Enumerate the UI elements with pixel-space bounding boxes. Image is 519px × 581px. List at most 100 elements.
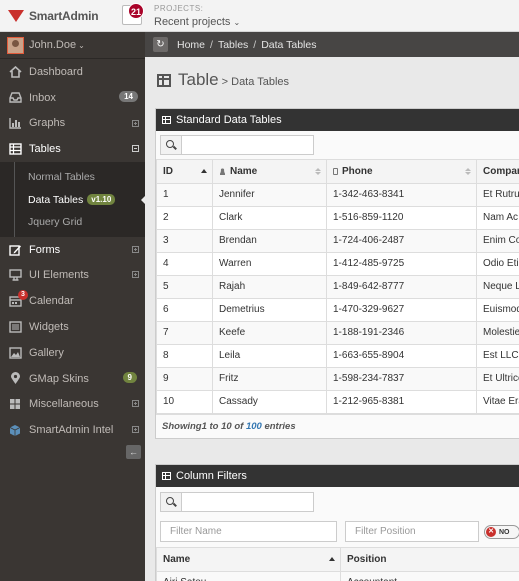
column-header-position[interactable]: Position xyxy=(340,548,519,572)
table-row[interactable]: 5Rajah1-849-642-8777Neque Lo xyxy=(156,274,519,299)
sidebar-item-forms[interactable]: Forms xyxy=(0,237,145,263)
user-name: John.Doe xyxy=(29,39,77,51)
filter-toggle[interactable]: ✕ NO xyxy=(484,525,519,539)
breadcrumb-item[interactable]: Home xyxy=(177,39,205,51)
sidebar-item-data-tables[interactable]: Data Tables v1.10 xyxy=(0,189,145,212)
filter-row: Filter Name Filter Position ✕ NO xyxy=(156,516,519,548)
search-icon xyxy=(166,140,174,148)
column-header-label: ID xyxy=(163,165,173,177)
logo-text: SmartAdmin xyxy=(29,9,99,23)
cell-name: Cassady xyxy=(212,389,327,414)
sidebar-item-label: Jquery Grid xyxy=(28,216,83,229)
table-row[interactable]: 8 Leila 1-663-655-8904 Est LLC xyxy=(156,343,519,368)
cell-id: 9 xyxy=(156,366,213,391)
table-row[interactable]: 3Brendan1-724-406-2487Enim Com xyxy=(156,228,519,253)
table-row[interactable]: 10Cassady1-212-965-8381Vitae Erat xyxy=(156,389,519,414)
minify-sidebar-button[interactable]: ← xyxy=(126,445,141,459)
cell-company: Neque Lo xyxy=(476,274,519,299)
sidebar-item-jquery-grid[interactable]: Jquery Grid xyxy=(0,211,145,234)
sidebar-item-dashboard[interactable]: Dashboard xyxy=(0,59,145,85)
sidebar-item-graphs[interactable]: Graphs xyxy=(0,111,145,137)
cell-company: Est LLC xyxy=(476,343,519,368)
table-row[interactable]: Airi SatouAccountant xyxy=(156,570,519,581)
gmap-count-badge: 9 xyxy=(122,371,137,383)
arrow-left-icon: ← xyxy=(129,447,138,457)
table-info: Showing 1 to 10 of 100 entries xyxy=(156,413,519,438)
sort-icon xyxy=(465,168,471,175)
table-row[interactable]: 1Jennifer1-342-463-8341Et Rutrum xyxy=(156,182,519,207)
search-input[interactable] xyxy=(182,491,314,512)
cell-id: 6 xyxy=(156,297,213,322)
breadcrumb-separator: / xyxy=(210,38,213,51)
table-icon xyxy=(162,472,171,480)
sidebar-item-label: SmartAdmin Intel xyxy=(29,424,114,437)
column-header-company[interactable]: Company xyxy=(476,160,519,184)
user-menu[interactable]: John.Doe ⌄ xyxy=(0,32,145,59)
sidebar-item-gallery[interactable]: Gallery xyxy=(0,340,145,366)
sidebar-item-normal-tables[interactable]: Normal Tables xyxy=(0,166,145,189)
cell-name: Rajah xyxy=(212,274,327,299)
table-row[interactable]: 2Clark1-516-859-1120Nam Ac In xyxy=(156,205,519,230)
column-header-label: Company xyxy=(483,165,519,177)
sidebar-item-widgets[interactable]: Widgets xyxy=(0,314,145,340)
info-to: 10 xyxy=(221,420,232,432)
sidebar-item-ui-elements[interactable]: UI Elements xyxy=(0,262,145,288)
cell-id: 8 xyxy=(156,343,213,368)
page-title-sub: > Data Tables xyxy=(221,76,290,88)
expand-icon[interactable] xyxy=(132,119,139,127)
widget-title: Standard Data Tables xyxy=(176,114,282,126)
search-input[interactable] xyxy=(182,135,314,155)
chevron-down-icon: ⌄ xyxy=(233,18,241,27)
cell-phone: 1-724-406-2487 xyxy=(326,228,477,253)
table-row[interactable]: 9Fritz1-598-234-7837Et Ultrices xyxy=(156,366,519,391)
table-row[interactable]: 6Demetrius1-470-329-9627Euismod I xyxy=(156,297,519,322)
refresh-button[interactable]: ↻ xyxy=(153,37,168,52)
table-row[interactable]: 4Warren1-412-485-9725Odio Etiam xyxy=(156,251,519,276)
sidebar-item-label: Widgets xyxy=(29,320,69,333)
cell-phone: 1-412-485-9725 xyxy=(326,251,477,276)
breadcrumb-item[interactable]: Tables xyxy=(218,39,248,51)
column-header-id[interactable]: ID xyxy=(156,160,213,184)
expand-icon[interactable] xyxy=(132,271,139,279)
search-icon xyxy=(166,496,174,505)
cell-phone: 1-849-642-8777 xyxy=(326,274,477,299)
cell-name: Fritz xyxy=(212,366,327,391)
page-title-main: Table xyxy=(178,70,219,89)
cell-phone: 1-516-859-1120 xyxy=(326,205,477,230)
sidebar-item-miscellaneous[interactable]: Miscellaneous xyxy=(0,391,145,417)
map-marker-icon xyxy=(8,372,22,386)
cell-company: Molestie I xyxy=(476,320,519,345)
sidebar-item-calendar[interactable]: 3 Calendar xyxy=(0,288,145,314)
sidebar-item-label: Tables xyxy=(29,143,61,156)
cell-id: 7 xyxy=(156,320,213,345)
widget-title: Column Filters xyxy=(176,470,247,482)
sidebar-item-inbox[interactable]: Inbox 14 xyxy=(0,85,145,111)
projects-dropdown[interactable]: Recent projects ⌄ xyxy=(154,16,240,28)
sidebar-item-tables[interactable]: Tables xyxy=(0,136,145,162)
logo[interactable]: SmartAdmin xyxy=(8,8,99,24)
column-header-phone[interactable]: Phone xyxy=(326,160,477,184)
bar-chart-icon xyxy=(8,116,22,130)
info-of-word: of xyxy=(231,420,246,432)
cell-name: Clark xyxy=(212,205,327,230)
cell-phone: 1-342-463-8341 xyxy=(326,182,477,207)
expand-icon[interactable] xyxy=(132,245,139,253)
sidebar-item-label: Miscellaneous xyxy=(29,398,99,411)
pencil-square-icon xyxy=(8,243,22,257)
expand-icon[interactable] xyxy=(132,426,139,434)
sidebar-item-label: UI Elements xyxy=(29,269,89,282)
filter-position-input[interactable]: Filter Position xyxy=(345,521,479,542)
filter-name-input[interactable]: Filter Name xyxy=(160,521,337,542)
collapse-icon[interactable] xyxy=(132,145,139,153)
info-showing: Showing xyxy=(162,420,202,432)
refresh-icon: ↻ xyxy=(156,39,165,50)
cell-id: 4 xyxy=(156,251,213,276)
table-row[interactable]: 7Keefe1-188-191-2346Molestie I xyxy=(156,320,519,345)
column-filters-widget: Column Filters Filter Name Filter Positi… xyxy=(155,464,519,581)
column-header-name[interactable]: Name xyxy=(212,160,327,184)
sidebar-item-smartadmin-intel[interactable]: SmartAdmin Intel xyxy=(0,417,145,443)
column-header-name[interactable]: Name xyxy=(156,548,341,572)
list-alt-icon xyxy=(8,320,22,334)
expand-icon[interactable] xyxy=(132,400,139,408)
sidebar-item-gmap-skins[interactable]: GMap Skins 9 xyxy=(0,366,145,392)
